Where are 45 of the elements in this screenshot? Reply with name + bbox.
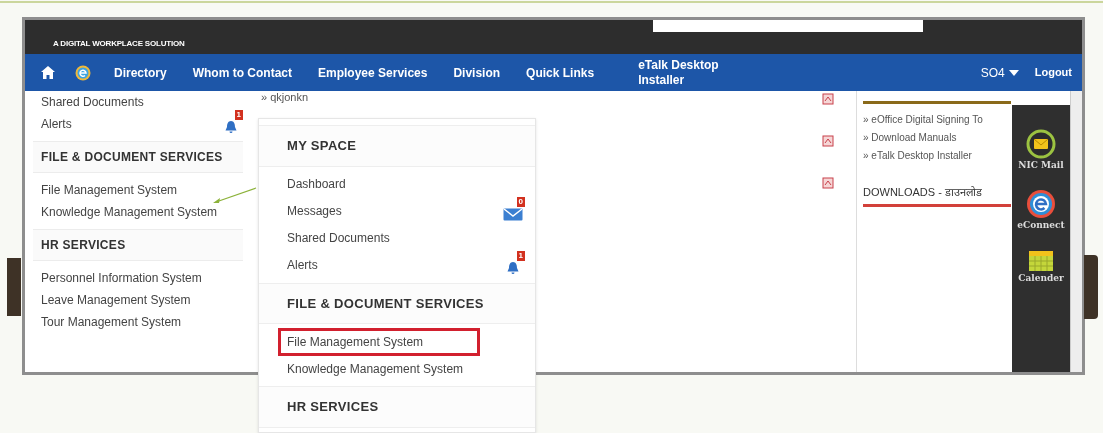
menu-link[interactable]: File Management System (281, 330, 477, 353)
dock-label[interactable]: eConnect (1017, 218, 1065, 232)
menu-link[interactable]: File Management System (41, 181, 178, 199)
user-menu[interactable]: SO4 (980, 63, 1005, 82)
document-icon (822, 135, 834, 147)
download-link[interactable]: » eOffice Digital Signing To (863, 112, 1012, 130)
menu-link[interactable]: Leave Management System (41, 291, 191, 309)
nav-link[interactable]: Employee Services (318, 63, 428, 82)
menu-link[interactable]: Tour Management System (41, 313, 182, 331)
logo-tagline: A DIGITAL WORKPLACE SOLUTION (53, 38, 185, 50)
e-logo-icon[interactable] (75, 64, 91, 81)
menu-link[interactable]: Knowledge Management System (287, 357, 464, 380)
home-icon[interactable] (41, 66, 55, 79)
menu-link[interactable]: Shared Documents (287, 227, 390, 249)
section-header: FILE & DOCUMENT SERVICES (33, 141, 243, 173)
nav-link[interactable]: Quick Links (526, 63, 595, 82)
envelope-icon (1026, 129, 1056, 159)
menu-link[interactable]: Alerts (287, 254, 318, 276)
e-logo-icon (1026, 188, 1056, 219)
dock-label[interactable]: Calender (1018, 272, 1064, 286)
section-header: MY SPACE (259, 125, 535, 167)
nav-link[interactable]: Whom to Contact (192, 63, 292, 82)
menu-link[interactable]: Messages (287, 200, 342, 222)
search-field[interactable] (653, 20, 923, 32)
menu-link[interactable]: Dashboard (287, 173, 346, 195)
menu-link[interactable]: Alerts (41, 115, 72, 133)
nav-link[interactable]: Directory (114, 63, 167, 82)
section-header: FILE & DOCUMENT SERVICES (259, 282, 535, 324)
logout-link[interactable]: Logout (1034, 64, 1072, 81)
menu-link[interactable]: Knowledge Management System (41, 203, 218, 221)
breadcrumb-link[interactable]: » qkjonkn (261, 89, 309, 106)
document-icon (822, 93, 834, 105)
nav-link[interactable]: Division (453, 63, 501, 82)
section-header: HR SERVICES (33, 229, 243, 261)
calendar-icon (1028, 248, 1054, 272)
download-link[interactable]: » eTalk Desktop Installer (863, 148, 1012, 166)
document-icon (822, 177, 834, 189)
arrow-drawing (212, 187, 257, 205)
caret-icon[interactable] (1008, 69, 1019, 76)
menu-link[interactable]: Shared Documents (41, 93, 144, 111)
nav-link[interactable]: eTalk Desktop Installer (638, 57, 751, 88)
dock-label[interactable]: NIC Mail (1018, 159, 1064, 173)
section-header: HR SERVICES (259, 386, 535, 428)
download-link[interactable]: » Download Manuals (863, 130, 1012, 148)
menu-link[interactable]: Personnel Information System (41, 269, 202, 287)
